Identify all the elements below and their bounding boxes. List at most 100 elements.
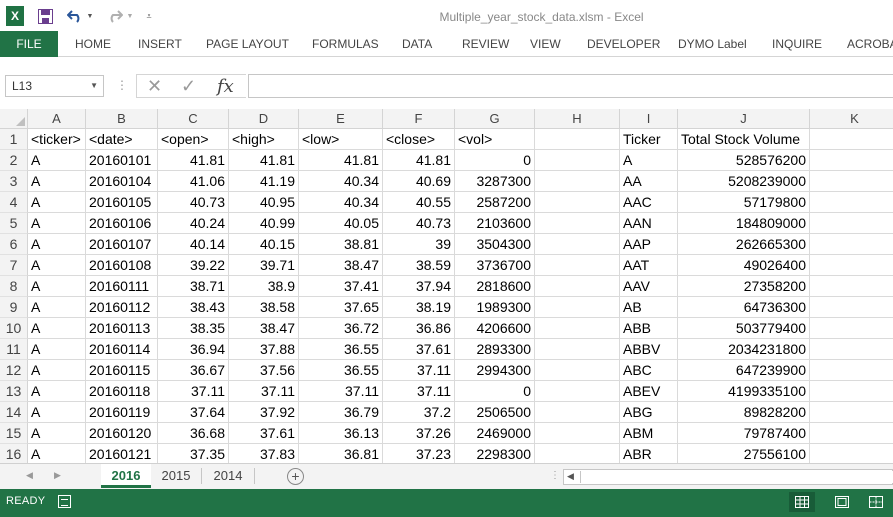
table-cell[interactable]: 37.11 bbox=[299, 381, 383, 402]
table-cell[interactable]: 20160104 bbox=[86, 171, 158, 192]
table-cell[interactable]: 41.81 bbox=[229, 150, 299, 171]
table-cell[interactable]: 5208239000 bbox=[678, 171, 810, 192]
table-cell[interactable]: 2298300 bbox=[455, 444, 535, 463]
table-cell[interactable]: AAC bbox=[620, 192, 678, 213]
table-cell[interactable]: ABM bbox=[620, 423, 678, 444]
table-cell[interactable]: ABC bbox=[620, 360, 678, 381]
insert-function-icon[interactable]: fx bbox=[217, 76, 234, 97]
table-cell[interactable] bbox=[535, 444, 620, 463]
table-cell[interactable] bbox=[535, 213, 620, 234]
table-cell[interactable]: 528576200 bbox=[678, 150, 810, 171]
column-header-i[interactable]: I bbox=[620, 109, 678, 129]
column-header-j[interactable]: J bbox=[678, 109, 810, 129]
table-cell[interactable]: 36.55 bbox=[299, 360, 383, 381]
new-sheet-button[interactable]: + bbox=[287, 468, 304, 485]
column-header-f[interactable]: F bbox=[383, 109, 455, 129]
tab-formulas[interactable]: FORMULAS bbox=[312, 31, 379, 57]
table-cell[interactable]: ABBV bbox=[620, 339, 678, 360]
table-cell[interactable]: 38.47 bbox=[299, 255, 383, 276]
table-cell[interactable]: 20160113 bbox=[86, 318, 158, 339]
column-header-c[interactable]: C bbox=[158, 109, 229, 129]
page-break-view-icon[interactable] bbox=[863, 492, 889, 512]
table-cell[interactable]: A bbox=[28, 402, 86, 423]
table-cell[interactable]: 57179800 bbox=[678, 192, 810, 213]
sheet-tab-2014[interactable]: 2014 bbox=[202, 464, 254, 488]
table-cell[interactable] bbox=[810, 234, 893, 255]
table-cell[interactable] bbox=[810, 213, 893, 234]
tab-developer[interactable]: DEVELOPER bbox=[587, 31, 660, 57]
table-cell[interactable]: 37.23 bbox=[383, 444, 455, 463]
table-cell[interactable]: 40.34 bbox=[299, 192, 383, 213]
table-cell[interactable]: 38.59 bbox=[383, 255, 455, 276]
sheet-tab-2015[interactable]: 2015 bbox=[151, 464, 201, 488]
table-cell[interactable]: A bbox=[28, 255, 86, 276]
tab-page-layout[interactable]: PAGE LAYOUT bbox=[206, 31, 289, 57]
header-cell[interactable]: <ticker> bbox=[28, 129, 86, 150]
table-cell[interactable]: 20160101 bbox=[86, 150, 158, 171]
column-header-h[interactable]: H bbox=[535, 109, 620, 129]
table-cell[interactable]: A bbox=[28, 444, 86, 463]
table-cell[interactable]: A bbox=[28, 150, 86, 171]
tab-split-handle-icon[interactable]: ⋮ bbox=[550, 470, 560, 481]
row-header[interactable]: 15 bbox=[0, 423, 28, 444]
table-cell[interactable]: 27556100 bbox=[678, 444, 810, 463]
table-cell[interactable]: 20160112 bbox=[86, 297, 158, 318]
table-cell[interactable]: 36.67 bbox=[158, 360, 229, 381]
table-cell[interactable]: 2818600 bbox=[455, 276, 535, 297]
table-cell[interactable]: A bbox=[28, 339, 86, 360]
header-cell[interactable]: <high> bbox=[229, 129, 299, 150]
header-cell[interactable] bbox=[535, 129, 620, 150]
table-cell[interactable]: 36.72 bbox=[299, 318, 383, 339]
header-cell[interactable] bbox=[810, 129, 893, 150]
table-cell[interactable]: 262665300 bbox=[678, 234, 810, 255]
table-cell[interactable]: 37.61 bbox=[229, 423, 299, 444]
row-header[interactable]: 8 bbox=[0, 276, 28, 297]
table-cell[interactable]: 38.35 bbox=[158, 318, 229, 339]
table-cell[interactable]: 503779400 bbox=[678, 318, 810, 339]
header-cell[interactable]: <open> bbox=[158, 129, 229, 150]
table-cell[interactable]: 2994300 bbox=[455, 360, 535, 381]
table-cell[interactable] bbox=[535, 339, 620, 360]
column-header-a[interactable]: A bbox=[28, 109, 86, 129]
table-cell[interactable] bbox=[810, 339, 893, 360]
table-cell[interactable]: 20160106 bbox=[86, 213, 158, 234]
table-cell[interactable] bbox=[535, 402, 620, 423]
table-cell[interactable]: 40.14 bbox=[158, 234, 229, 255]
table-cell[interactable]: A bbox=[28, 297, 86, 318]
table-cell[interactable]: AA bbox=[620, 171, 678, 192]
tab-dymo-label[interactable]: DYMO Label bbox=[678, 31, 747, 57]
column-header-k[interactable]: K bbox=[810, 109, 893, 129]
table-cell[interactable] bbox=[535, 318, 620, 339]
table-cell[interactable]: AAN bbox=[620, 213, 678, 234]
table-cell[interactable]: 37.64 bbox=[158, 402, 229, 423]
formula-input[interactable] bbox=[248, 74, 893, 98]
table-cell[interactable]: 40.95 bbox=[229, 192, 299, 213]
table-cell[interactable]: ABB bbox=[620, 318, 678, 339]
header-cell[interactable]: <vol> bbox=[455, 129, 535, 150]
table-cell[interactable]: 36.79 bbox=[299, 402, 383, 423]
table-cell[interactable]: AB bbox=[620, 297, 678, 318]
table-cell[interactable] bbox=[535, 297, 620, 318]
table-cell[interactable]: 1989300 bbox=[455, 297, 535, 318]
table-cell[interactable] bbox=[810, 171, 893, 192]
table-cell[interactable]: 647239900 bbox=[678, 360, 810, 381]
table-cell[interactable]: 40.73 bbox=[158, 192, 229, 213]
table-cell[interactable]: 37.11 bbox=[383, 360, 455, 381]
table-cell[interactable]: A bbox=[620, 150, 678, 171]
table-cell[interactable]: 20160115 bbox=[86, 360, 158, 381]
table-cell[interactable]: 38.71 bbox=[158, 276, 229, 297]
table-cell[interactable]: 79787400 bbox=[678, 423, 810, 444]
table-cell[interactable]: 38.19 bbox=[383, 297, 455, 318]
table-cell[interactable]: A bbox=[28, 171, 86, 192]
table-cell[interactable]: 36.13 bbox=[299, 423, 383, 444]
table-cell[interactable]: 37.61 bbox=[383, 339, 455, 360]
table-cell[interactable]: 37.11 bbox=[158, 381, 229, 402]
header-cell[interactable]: <date> bbox=[86, 129, 158, 150]
column-header-d[interactable]: D bbox=[229, 109, 299, 129]
table-cell[interactable] bbox=[810, 318, 893, 339]
table-cell[interactable]: 39.71 bbox=[229, 255, 299, 276]
table-cell[interactable]: 36.55 bbox=[299, 339, 383, 360]
table-cell[interactable]: 40.73 bbox=[383, 213, 455, 234]
row-header[interactable]: 5 bbox=[0, 213, 28, 234]
table-cell[interactable]: AAP bbox=[620, 234, 678, 255]
